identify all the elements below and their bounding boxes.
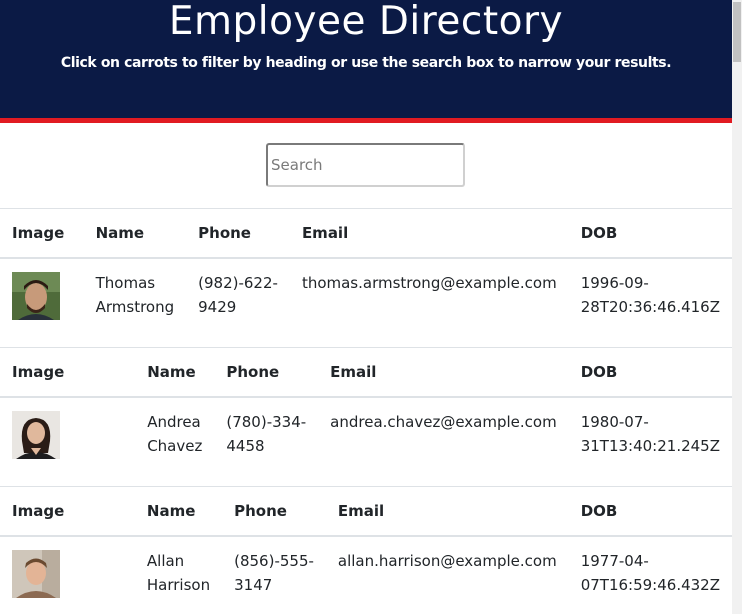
employee-table: Image Name Phone Email DOB	[0, 347, 732, 473]
employee-phone-cell: (856)-555- 3147	[234, 552, 314, 594]
column-header-phone[interactable]: Phone	[186, 208, 290, 259]
employee-dob-cell: 1980-07- 31T13:40:21.245Z	[580, 413, 720, 455]
column-header-dob[interactable]: DOB	[568, 208, 732, 259]
column-header-phone[interactable]: Phone	[214, 347, 319, 398]
table-row: Allan Harrison (856)-555- 3147 allan.har…	[0, 536, 732, 612]
employee-dob-cell: 1996-09- 28T20:36:46.416Z	[580, 274, 720, 316]
table-header-row: Image Name Phone Email DOB	[0, 347, 732, 398]
column-header-phone[interactable]: Phone	[222, 486, 326, 537]
vertical-scrollbar[interactable]	[732, 0, 742, 614]
column-header-dob[interactable]: DOB	[568, 486, 732, 537]
column-header-email[interactable]: Email	[289, 208, 569, 259]
column-header-image[interactable]: Image	[0, 208, 84, 259]
column-header-image[interactable]: Image	[0, 347, 136, 398]
employee-name-cell: Andrea Chavez	[147, 413, 203, 455]
table-row: Thomas Armstrong (982)-622- 9429 thomas.…	[0, 258, 732, 334]
employee-image-cell	[0, 397, 135, 473]
employee-image-cell	[0, 258, 84, 334]
employee-avatar	[12, 411, 60, 459]
search-input[interactable]	[266, 143, 465, 187]
employee-table: Image Name Phone Email DOB	[0, 208, 732, 334]
scrollbar-thumb[interactable]	[733, 2, 741, 62]
column-header-email[interactable]: Email	[325, 486, 569, 537]
table-header-row: Image Name Phone Email DOB	[0, 208, 732, 259]
column-header-name[interactable]: Name	[134, 486, 223, 537]
employee-email-cell: andrea.chavez@example.com	[330, 413, 557, 431]
page: Employee Directory Click on carrots to f…	[0, 0, 742, 614]
table-header-row: Image Name Phone Email DOB	[0, 486, 732, 537]
employee-name-cell: Allan Harrison	[146, 552, 211, 594]
column-header-name[interactable]: Name	[135, 347, 215, 398]
page-subtitle: Click on carrots to filter by heading or…	[60, 55, 672, 71]
column-header-image[interactable]: Image	[0, 486, 135, 537]
employee-image-cell	[0, 536, 135, 612]
employee-phone-cell: (780)-334- 4458	[226, 413, 307, 455]
column-header-dob[interactable]: DOB	[568, 347, 732, 398]
employee-phone-cell: (982)-622- 9429	[198, 274, 278, 316]
column-header-name[interactable]: Name	[83, 208, 187, 259]
employee-table: Image Name Phone Email DOB	[0, 486, 732, 612]
page-header: Employee Directory Click on carrots to f…	[0, 0, 732, 123]
employee-dob-cell: 1977-04- 07T16:59:46.432Z	[580, 552, 720, 594]
column-header-email[interactable]: Email	[318, 347, 569, 398]
employee-name-cell: Thomas Armstrong	[95, 274, 175, 316]
table-row: Andrea Chavez (780)-334- 4458 andrea.cha…	[0, 397, 732, 473]
employee-email-cell: allan.harrison@example.com	[337, 552, 557, 570]
employee-avatar	[12, 272, 60, 320]
employee-email-cell: thomas.armstrong@example.com	[301, 274, 557, 292]
employee-avatar	[12, 550, 60, 598]
page-title: Employee Directory	[168, 0, 564, 44]
